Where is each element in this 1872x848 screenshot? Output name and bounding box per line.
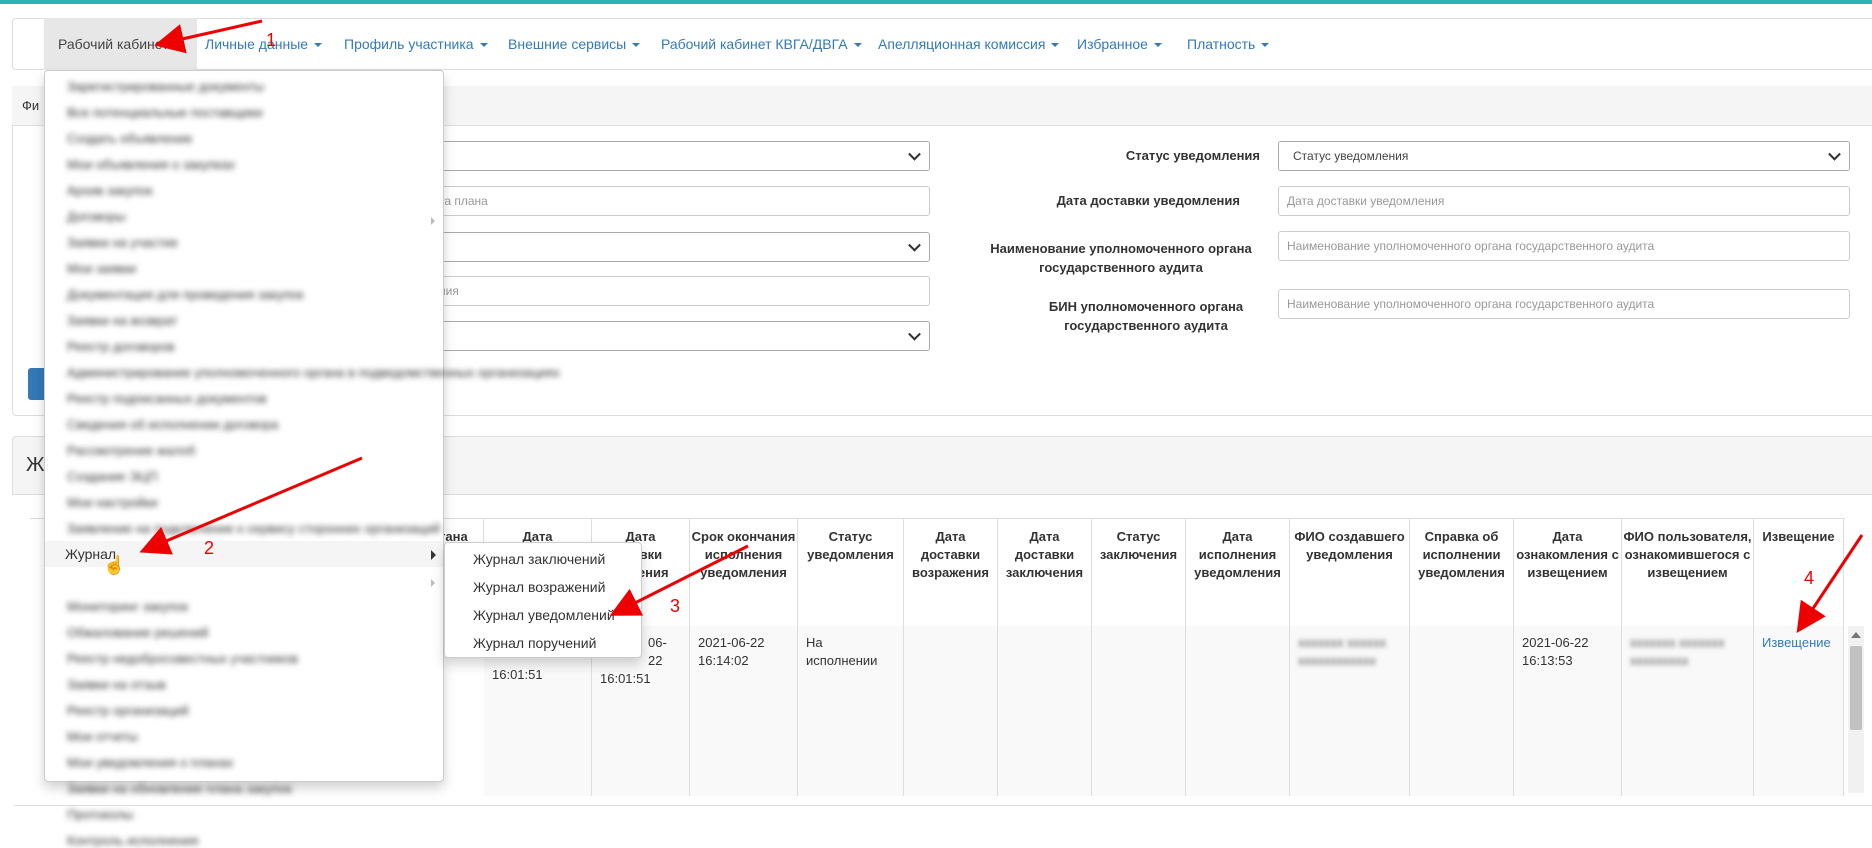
annotation-arrow-1 (154, 19, 263, 54)
annotation-arrow-3 (609, 544, 749, 616)
annotation-number: 1 (266, 30, 277, 50)
annotation-number: 2 (204, 538, 215, 558)
annotation-arrow-2 (139, 456, 363, 555)
annotation-number: 4 (1804, 568, 1815, 588)
annotation-arrows (139, 19, 1864, 633)
menu-item[interactable]: Протоколы (67, 807, 133, 822)
annotation-number: 3 (670, 596, 681, 616)
menu-item[interactable]: Контроль исполнения (67, 833, 198, 848)
